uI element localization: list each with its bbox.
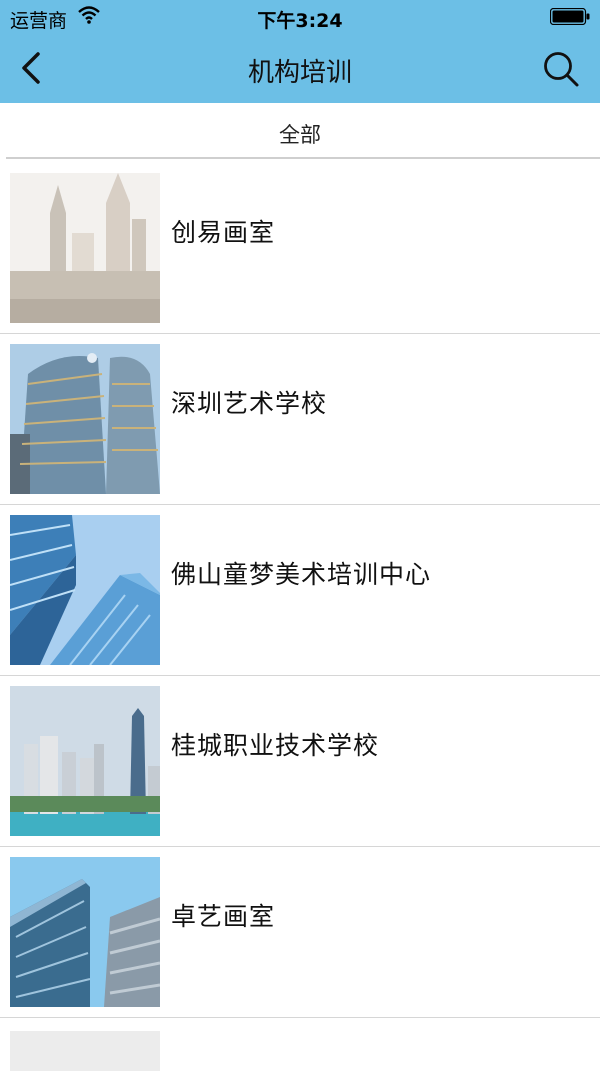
institution-name: 桂城职业技术学校: [171, 731, 380, 760]
institution-thumbnail: [10, 515, 160, 665]
institution-name: 创易画室: [171, 218, 276, 247]
navigation-bar: 机构培训: [0, 34, 600, 103]
institution-list: 创易画室 深圳艺术学校 佛山童梦美术培训中心 桂城职业技术学校 卓艺画室: [0, 163, 600, 1018]
filter-all-label[interactable]: 全部: [0, 119, 600, 149]
institution-thumbnail: [10, 686, 160, 836]
filter-divider: [6, 157, 600, 159]
institution-thumbnail: [10, 1031, 160, 1071]
search-icon[interactable]: [542, 50, 580, 88]
status-time: 下午3:24: [257, 10, 343, 32]
institution-name: 佛山童梦美术培训中心: [171, 560, 432, 589]
list-item[interactable]: 佛山童梦美术培训中心: [0, 505, 600, 676]
institution-thumbnail: [10, 173, 160, 323]
institution-name: 深圳艺术学校: [171, 389, 328, 418]
list-item[interactable]: 卓艺画室: [0, 847, 600, 1018]
institution-thumbnail: [10, 857, 160, 1007]
list-item[interactable]: 深圳艺术学校: [0, 334, 600, 505]
institution-thumbnail: [10, 344, 160, 494]
page-title: 机构培训: [247, 58, 352, 88]
status-bar: 运营商 下午3:24: [0, 0, 600, 34]
list-item[interactable]: 创易画室: [0, 163, 600, 334]
category-filter[interactable]: 全部: [0, 103, 600, 159]
header: 运营商 下午3:24 机构培训: [0, 0, 600, 103]
battery-icon: [550, 8, 590, 25]
institution-name: 卓艺画室: [171, 902, 276, 931]
list-item[interactable]: 桂城职业技术学校: [0, 676, 600, 847]
